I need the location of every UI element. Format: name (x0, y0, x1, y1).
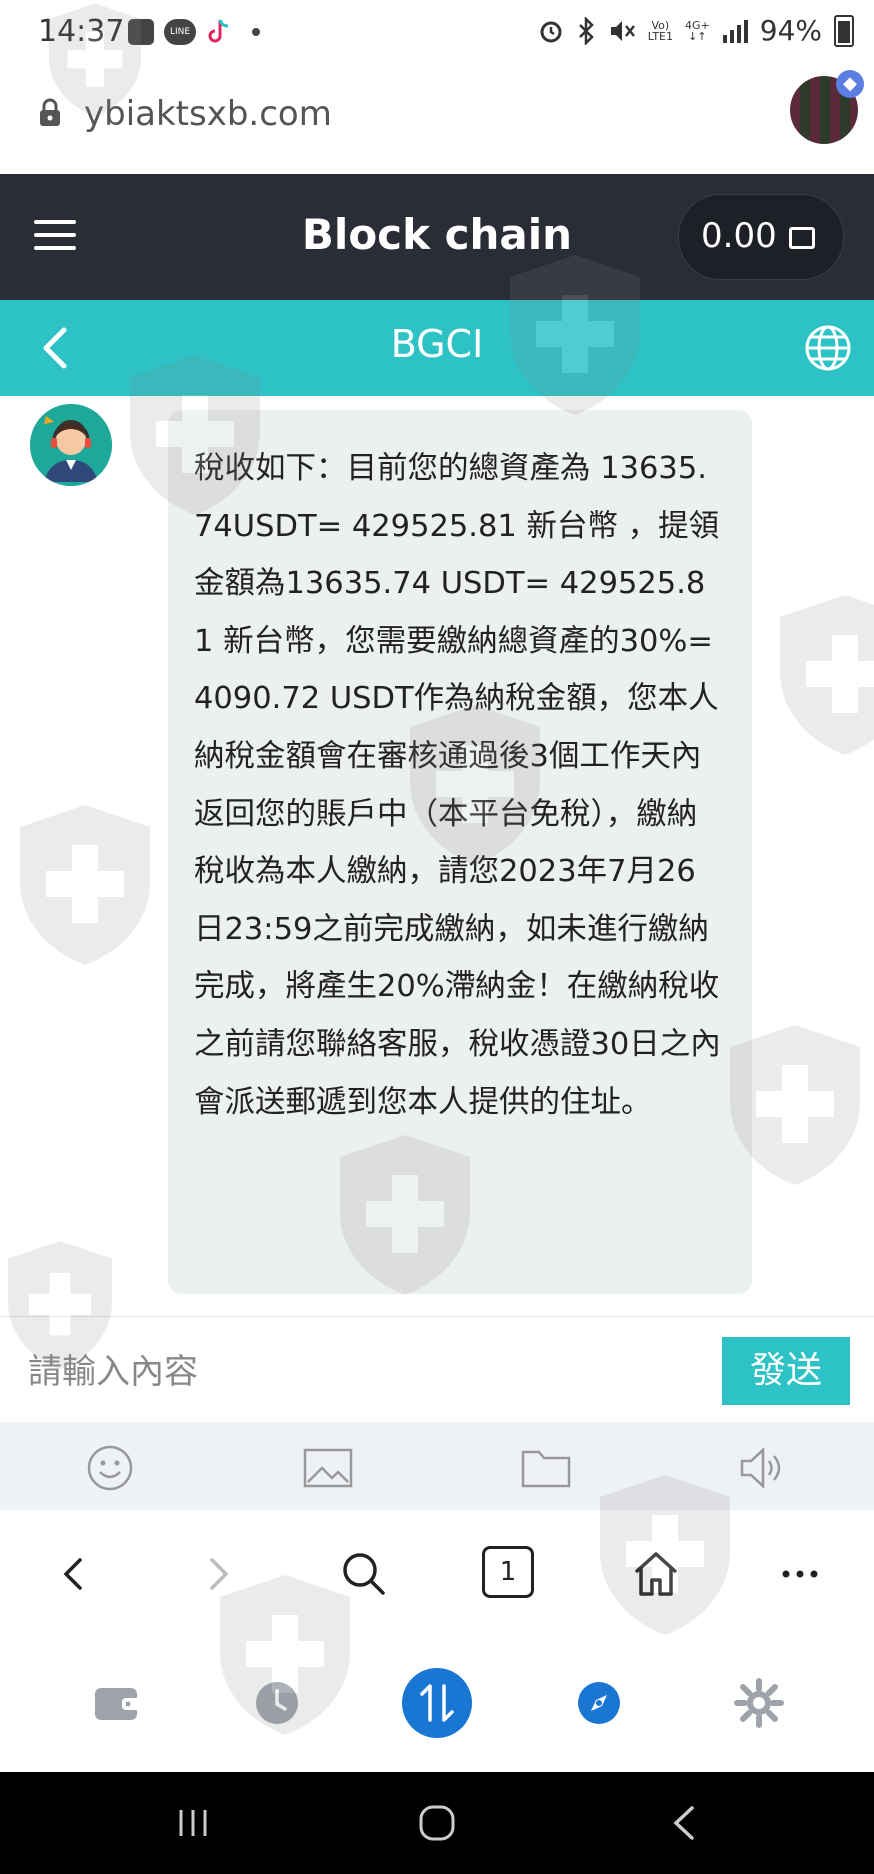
recent-apps-icon[interactable] (172, 1802, 214, 1844)
mute-icon (610, 20, 635, 41)
home-icon[interactable] (628, 1546, 684, 1602)
message-input[interactable] (26, 1341, 710, 1403)
home-button-icon[interactable] (416, 1802, 458, 1844)
swap-arrows-icon (420, 1684, 454, 1722)
status-bar: 14:37 LINE Vo) LTE1 4G+ ↓↑ 94% (0, 0, 874, 66)
ethereum-icon: ◆ (836, 70, 864, 98)
tiktok-icon (208, 19, 229, 43)
battery-percent: 94% (759, 14, 822, 47)
tabs-button[interactable]: 1 (482, 1546, 538, 1602)
tab-count: 1 (482, 1546, 534, 1598)
balance-value: 0.00 (701, 216, 777, 256)
status-time: 14:37 (38, 14, 125, 49)
folder-icon[interactable] (520, 1444, 572, 1492)
browser-url-bar[interactable]: ybiaktsxb.com ◆ (0, 66, 874, 174)
browser-nav-bar: 1 (0, 1510, 874, 1641)
history-tab-icon[interactable] (252, 1678, 302, 1728)
more-icon[interactable] (772, 1546, 828, 1602)
message-input-area: 發送 (0, 1316, 874, 1423)
alarm-icon (540, 21, 562, 42)
lock-icon (40, 98, 60, 126)
gallery-notification-icon (128, 19, 154, 45)
system-icons: Vo) LTE1 4G+ ↓↑ 94% (538, 14, 854, 47)
browser-back-icon[interactable] (46, 1546, 102, 1602)
wallet-tab-icon[interactable] (92, 1678, 142, 1728)
android-nav-bar (0, 1772, 874, 1874)
search-icon[interactable] (336, 1546, 392, 1602)
support-agent-avatar (30, 404, 112, 486)
volte-indicator: Vo) LTE1 (647, 18, 674, 43)
chat-messages[interactable]: 稅收如下：目前您的總資產為 13635.74USDT= 429525.81 新台… (0, 396, 874, 1316)
data-indicator: 4G+ ↓↑ (685, 18, 710, 43)
wallet-tab-bar (0, 1640, 874, 1772)
smiley-icon[interactable] (84, 1444, 136, 1492)
notification-icons: LINE (128, 18, 260, 46)
chat-header: BGCI (0, 300, 874, 396)
wallet-balance-button[interactable]: 0.00 (678, 194, 844, 280)
message-bubble: 稅收如下：目前您的總資產為 13635.74USDT= 429525.81 新台… (168, 410, 752, 1294)
wallet-icon (789, 227, 815, 249)
send-button[interactable]: 發送 (722, 1337, 850, 1405)
more-notifications-dot (252, 28, 260, 36)
line-app-icon: LINE (164, 19, 196, 45)
url-text[interactable]: ybiaktsxb.com (84, 94, 332, 134)
app-header: Block chain 0.00 (0, 174, 874, 300)
globe-icon[interactable] (804, 324, 852, 372)
discover-tab-icon[interactable] (574, 1678, 624, 1728)
image-icon[interactable] (302, 1444, 354, 1492)
chat-title: BGCI (390, 322, 484, 366)
message-text: 稅收如下：目前您的總資產為 13635.74USDT= 429525.81 新台… (194, 451, 721, 1120)
signal-icon (722, 19, 748, 43)
browser-forward-icon[interactable] (190, 1546, 246, 1602)
system-back-icon[interactable] (664, 1802, 706, 1844)
speaker-icon[interactable] (738, 1444, 790, 1492)
settings-gear-icon[interactable] (734, 1678, 784, 1728)
battery-icon (834, 14, 854, 47)
bluetooth-icon (578, 16, 594, 45)
swap-tab-button[interactable] (402, 1668, 472, 1738)
attachment-toolbar (0, 1422, 874, 1510)
